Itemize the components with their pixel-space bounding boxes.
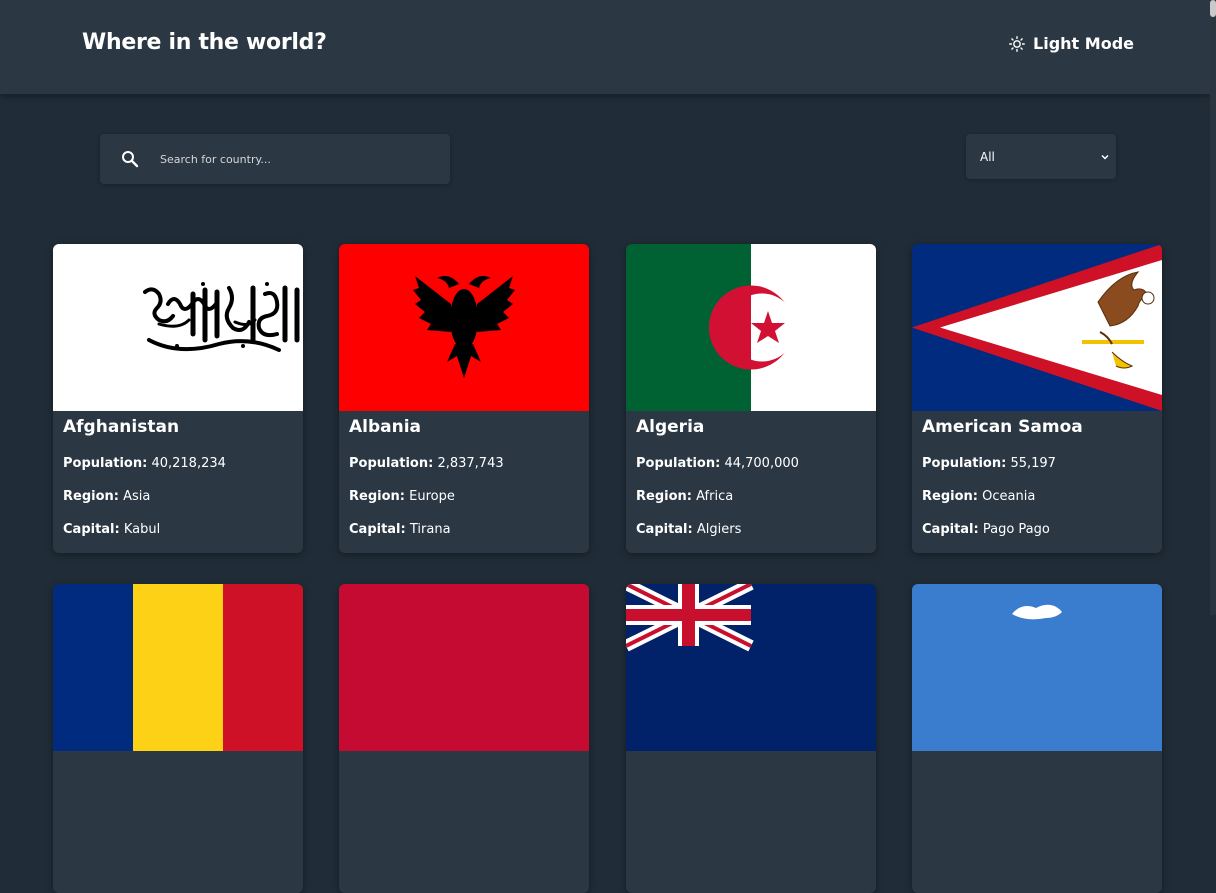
population-label: Population: [922,456,1007,471]
country-flag [339,584,589,751]
capital-value: Algiers [696,522,742,537]
country-flag [912,244,1162,411]
search-icon [121,150,139,168]
region-label: Region: [63,489,119,504]
scrollbar-thumb[interactable] [1210,0,1216,17]
capital-row: Capital: Pago Pago [922,522,1050,537]
theme-toggle-label: Light Mode [1033,34,1134,53]
search-input[interactable] [158,151,422,167]
region-filter-value: All [980,149,995,164]
region-label: Region: [636,489,692,504]
population-row: Population: 55,197 [922,456,1056,471]
region-row: Region: Oceania [922,489,1035,504]
search-bar[interactable] [100,134,450,184]
population-row: Population: 2,837,743 [349,456,504,471]
population-value: 2,837,743 [437,456,504,471]
region-label: Region: [349,489,405,504]
top-header: Where in the world? Light Mode [0,0,1210,94]
country-card[interactable]: Albania Population: 2,837,743 Region: Eu… [339,244,589,553]
region-value: Asia [123,489,151,504]
capital-label: Capital: [922,522,979,537]
country-card[interactable] [626,584,876,893]
region-label: Region: [922,489,978,504]
vertical-scrollbar[interactable] [1210,0,1216,615]
capital-value: Pago Pago [982,522,1050,537]
country-card[interactable]: Afghanistan Population: 40,218,234 Regio… [53,244,303,553]
chevron-down-icon [1100,152,1110,162]
region-value: Africa [696,489,734,504]
capital-label: Capital: [349,522,406,537]
country-name: American Samoa [922,417,1083,437]
region-row: Region: Africa [636,489,733,504]
region-value: Oceania [982,489,1036,504]
country-flag [626,584,876,751]
country-name: Afghanistan [63,417,180,437]
capital-label: Capital: [636,522,693,537]
country-card[interactable] [912,584,1162,893]
country-flag [53,244,303,411]
population-value: 44,700,000 [724,456,799,471]
capital-row: Capital: Tirana [349,522,451,537]
country-card[interactable]: American Samoa Population: 55,197 Region… [912,244,1162,553]
country-card[interactable] [53,584,303,893]
region-row: Region: Asia [63,489,150,504]
region-value: Europe [409,489,455,504]
country-name: Albania [349,417,422,437]
population-value: 40,218,234 [151,456,226,471]
country-flag [53,584,303,751]
theme-toggle-button[interactable]: Light Mode [1009,34,1134,53]
sun-icon [1009,35,1025,52]
country-card[interactable] [339,584,589,893]
country-card[interactable]: Algeria Population: 44,700,000 Region: A… [626,244,876,553]
capital-value: Kabul [123,522,161,537]
capital-value: Tirana [409,522,451,537]
region-row: Region: Europe [349,489,455,504]
country-flag [626,244,876,411]
country-flag [339,244,589,411]
population-row: Population: 40,218,234 [63,456,226,471]
capital-row: Capital: Algiers [636,522,741,537]
population-row: Population: 44,700,000 [636,456,799,471]
population-label: Population: [636,456,721,471]
country-flag [912,584,1162,751]
capital-row: Capital: Kabul [63,522,160,537]
region-filter-select[interactable]: All [966,134,1116,179]
capital-label: Capital: [63,522,120,537]
app-title: Where in the world? [82,30,327,55]
country-name: Algeria [636,417,705,437]
population-label: Population: [349,456,434,471]
population-value: 55,197 [1010,456,1056,471]
population-label: Population: [63,456,148,471]
